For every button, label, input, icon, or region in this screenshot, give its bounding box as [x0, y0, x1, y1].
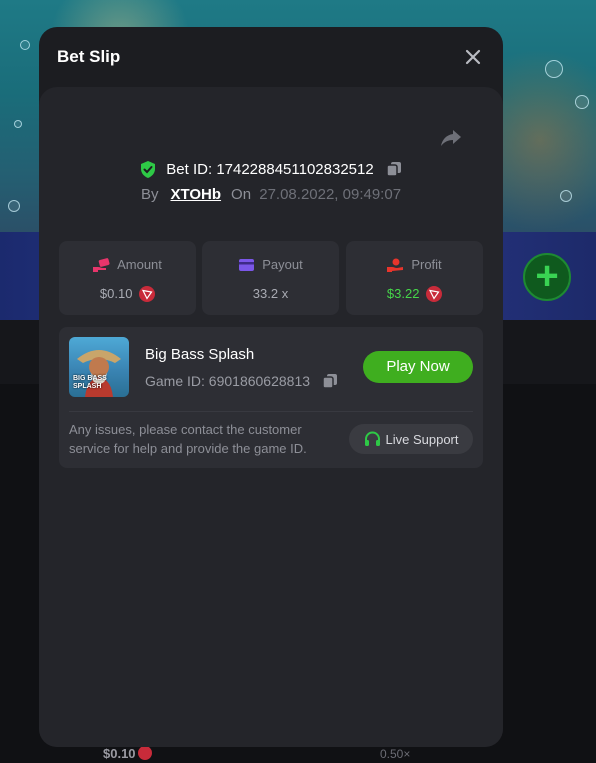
bet-id-row: Bet ID: 174228845110283251​2	[39, 160, 503, 178]
copy-icon[interactable]	[322, 373, 338, 390]
modal-title: Bet Slip	[57, 47, 121, 66]
on-label: On	[231, 186, 252, 203]
thumbnail-text: BIG BASS SPLASH	[73, 375, 107, 390]
stat-payout-value: 33.2 x	[252, 286, 289, 302]
game-card: BIG BASS SPLASH Big Bass Splash Game ID:…	[59, 327, 483, 468]
background-amount: $0.10	[103, 746, 152, 761]
stat-amount: Amount $0.10	[59, 241, 196, 315]
stat-profit-label: Profit	[411, 257, 442, 273]
stat-amount-label: Amount	[117, 257, 162, 273]
live-support-label: Live Support	[385, 431, 459, 447]
bet-author-row: By XTOHb On 27.08.2022, 09:49:07	[39, 186, 503, 203]
bubble	[8, 200, 20, 212]
support-message: Any issues, please contact the customer …	[69, 422, 307, 456]
bet-slip-content: Bet ID: 174228845110283251​2 By XTOHb On 2…	[39, 87, 503, 747]
background-multiplier: 0.50×	[380, 747, 411, 761]
stat-profit: Profit $3.22	[346, 241, 483, 315]
game-thumbnail[interactable]: BIG BASS SPLASH	[69, 337, 129, 397]
bubble	[575, 95, 589, 109]
game-name: Big Bass Splash	[145, 346, 255, 363]
stat-amount-value: $0.10	[99, 286, 133, 302]
game-id-label: Game ID:	[145, 373, 205, 390]
live-support-button[interactable]: Live Support	[349, 424, 473, 454]
user-link[interactable]: XTOHb	[170, 186, 221, 203]
bubble	[14, 120, 22, 128]
bet-id-label: Bet ID:	[166, 160, 213, 178]
bet-datetime: 27.08.2022, 09:49:07	[259, 186, 402, 203]
bubble	[545, 60, 563, 78]
hand-coin-icon	[387, 258, 404, 272]
bubble	[560, 190, 572, 202]
card-icon	[239, 258, 255, 271]
money-hand-icon	[93, 257, 110, 272]
shield-check-icon	[141, 160, 156, 178]
stat-profit-value: $3.22	[386, 286, 420, 302]
bet-slip-modal: Bet Slip Bet ID: 174228845110283251​2 By…	[39, 27, 503, 747]
by-label: By	[140, 186, 159, 203]
stat-payout: Payout 33.2 x	[202, 241, 339, 315]
tron-icon	[137, 746, 152, 760]
headset-icon	[364, 431, 380, 447]
bubble	[20, 40, 30, 50]
background-plus-icon: +	[523, 253, 571, 301]
copy-icon[interactable]	[386, 161, 402, 177]
share-icon[interactable]	[440, 127, 462, 149]
play-now-button[interactable]: Play Now	[363, 351, 473, 383]
game-id-row: Game ID: 6901860628813	[145, 372, 338, 389]
tron-icon	[426, 285, 443, 302]
divider	[69, 411, 473, 412]
bet-id-value: 174228845110283251​2	[216, 160, 374, 178]
close-icon[interactable]	[463, 47, 483, 67]
stat-payout-label: Payout	[262, 257, 303, 273]
tron-icon	[139, 285, 156, 302]
game-id-value: 6901860628813	[208, 373, 311, 390]
